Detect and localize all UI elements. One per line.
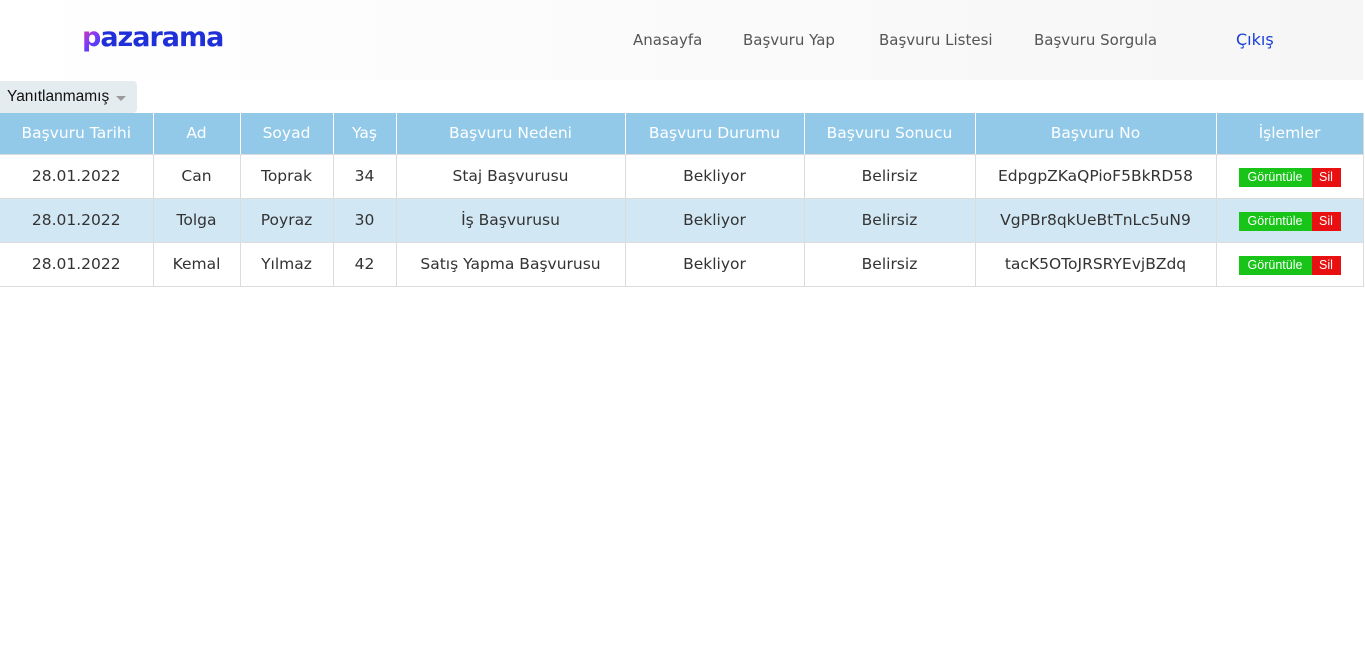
table-row: 28.01.2022 Kemal Yılmaz 42 Satış Yapma B… — [0, 242, 1364, 287]
cell-age: 34 — [333, 154, 397, 199]
cell-status: Bekliyor — [625, 242, 805, 287]
nav-logout[interactable]: Çıkış — [1236, 29, 1274, 51]
cell-date: 28.01.2022 — [0, 198, 154, 243]
action-group: Görüntüle Sil — [1238, 167, 1341, 187]
cell-first-name: Can — [153, 154, 241, 199]
nav-home[interactable]: Anasayfa — [633, 29, 702, 51]
header-actions: İşlemler — [1216, 113, 1364, 155]
navbar: p azarama Anasayfa Başvuru Yap Başvuru Li… — [0, 0, 1363, 80]
header-application-date[interactable]: Başvuru Tarihi — [0, 113, 154, 155]
cell-first-name: Tolga — [153, 198, 241, 243]
cell-last-name: Poyraz — [240, 198, 334, 243]
table-header-row: Başvuru Tarihi Ad Soyad Yaş Başvuru Nede… — [0, 113, 1364, 155]
header-reason[interactable]: Başvuru Nedeni — [396, 113, 626, 155]
cell-first-name: Kemal — [153, 242, 241, 287]
header-age[interactable]: Yaş — [333, 113, 397, 155]
cell-age: 42 — [333, 242, 397, 287]
status-filter-dropdown[interactable]: Yanıtlanmamış — [0, 81, 137, 113]
cell-date: 28.01.2022 — [0, 154, 154, 199]
header-result[interactable]: Başvuru Sonucu — [804, 113, 976, 155]
cell-result: Belirsiz — [804, 198, 976, 243]
table-row: 28.01.2022 Tolga Poyraz 30 İş Başvurusu … — [0, 198, 1364, 243]
table-row: 28.01.2022 Can Toprak 34 Staj Başvurusu … — [0, 154, 1364, 199]
cell-application-no: tacK5OToJRSRYEvjBZdq — [975, 242, 1217, 287]
cell-age: 30 — [333, 198, 397, 243]
nav-application-query[interactable]: Başvuru Sorgula — [1034, 29, 1157, 51]
cell-reason: Satış Yapma Başvurusu — [396, 242, 626, 287]
view-button[interactable]: Görüntüle — [1238, 255, 1312, 275]
cell-date: 28.01.2022 — [0, 242, 154, 287]
main-nav: Anasayfa Başvuru Yap Başvuru Listesi Baş… — [0, 29, 1363, 53]
cell-status: Bekliyor — [625, 198, 805, 243]
cell-application-no: EdpgpZKaQPioF5BkRD58 — [975, 154, 1217, 199]
cell-reason: Staj Başvurusu — [396, 154, 626, 199]
cell-actions: Görüntüle Sil — [1216, 154, 1364, 199]
view-button[interactable]: Görüntüle — [1238, 211, 1312, 231]
action-group: Görüntüle Sil — [1238, 255, 1341, 275]
status-filter-value: Yanıtlanmamış — [7, 88, 110, 105]
cell-status: Bekliyor — [625, 154, 805, 199]
cell-last-name: Toprak — [240, 154, 334, 199]
action-group: Görüntüle Sil — [1238, 211, 1341, 231]
nav-application-list[interactable]: Başvuru Listesi — [879, 29, 993, 51]
cell-last-name: Yılmaz — [240, 242, 334, 287]
caret-down-icon — [116, 95, 127, 101]
delete-button[interactable]: Sil — [1311, 255, 1341, 275]
cell-result: Belirsiz — [804, 154, 976, 199]
applications-table: Başvuru Tarihi Ad Soyad Yaş Başvuru Nede… — [0, 113, 1364, 287]
nav-apply[interactable]: Başvuru Yap — [743, 29, 835, 51]
cell-reason: İş Başvurusu — [396, 198, 626, 243]
delete-button[interactable]: Sil — [1311, 211, 1341, 231]
cell-actions: Görüntüle Sil — [1216, 242, 1364, 287]
cell-application-no: VgPBr8qkUeBtTnLc5uN9 — [975, 198, 1217, 243]
cell-actions: Görüntüle Sil — [1216, 198, 1364, 243]
header-status[interactable]: Başvuru Durumu — [625, 113, 805, 155]
delete-button[interactable]: Sil — [1311, 167, 1341, 187]
header-application-no[interactable]: Başvuru No — [975, 113, 1217, 155]
header-first-name[interactable]: Ad — [153, 113, 241, 155]
view-button[interactable]: Görüntüle — [1238, 167, 1312, 187]
header-last-name[interactable]: Soyad — [240, 113, 334, 155]
cell-result: Belirsiz — [804, 242, 976, 287]
